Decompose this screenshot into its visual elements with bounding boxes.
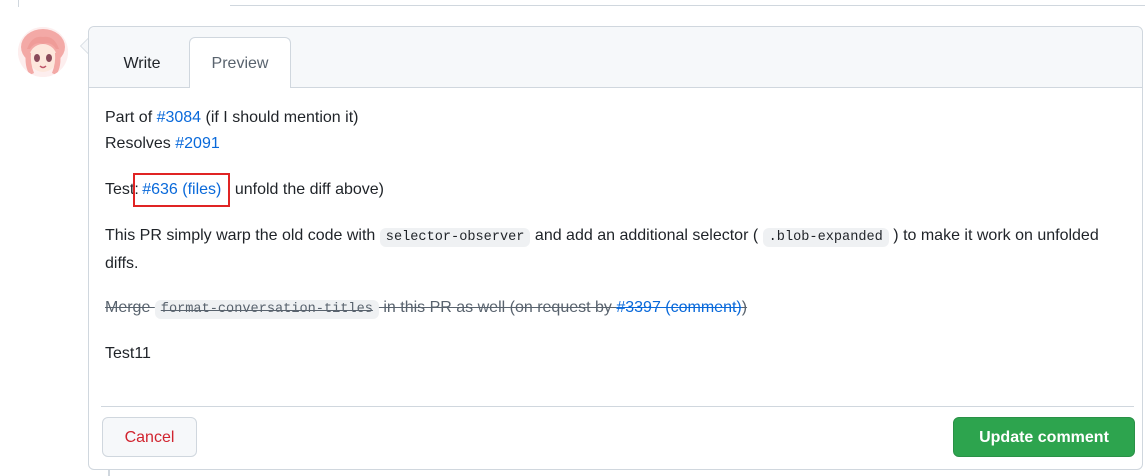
preview-line-resolves: Resolves #2091 [105, 131, 220, 157]
text: unfold the diff above) [230, 181, 384, 198]
inline-code-format-conversation-titles: format-conversation-titles [154, 300, 379, 319]
issue-link-2091[interactable]: #2091 [175, 135, 220, 152]
timeline-connector [108, 470, 110, 476]
preview-line-test: Test: #636 (files) unfold the diff above… [105, 173, 384, 207]
text: Part of [105, 109, 157, 126]
comment-editor: Write Preview Part of #3084 (if I should… [88, 26, 1143, 470]
preview-line-part-of: Part of #3084 (if I should mention it) [105, 105, 358, 131]
issue-link-3084[interactable]: #3084 [157, 109, 202, 126]
inline-code-blob-expanded: .blob-expanded [762, 228, 889, 247]
preview-line-test11: Test11 [105, 345, 151, 362]
pr-link-636-files[interactable]: #636 (files) [142, 181, 221, 198]
timeline-divider [230, 5, 1145, 6]
editor-tabbar: Write Preview [89, 27, 1142, 88]
text: This PR simply warp the old code with [105, 227, 380, 244]
cancel-button[interactable]: Cancel [102, 417, 197, 457]
preview-line-description: This PR simply warp the old code with se… [105, 223, 1125, 277]
tab-write[interactable]: Write [103, 29, 181, 87]
footer-divider [101, 406, 1134, 407]
text: (if I should mention it) [201, 109, 359, 126]
text: Resolves [105, 135, 176, 152]
preview-line-strikethrough: Merge format-conversation-titles in this… [105, 295, 747, 323]
text: ) [741, 299, 748, 316]
avatar-anime-image [18, 27, 68, 77]
user-avatar[interactable] [18, 27, 68, 77]
text: and add an additional selector ( [530, 227, 763, 244]
comment-caret-fill [81, 39, 88, 53]
timeline-tick [18, 0, 19, 7]
update-comment-button[interactable]: Update comment [953, 417, 1135, 457]
comment-link-3397[interactable]: #3397 (comment) [616, 299, 741, 316]
text: in this PR as well (on request by [378, 299, 617, 316]
tab-preview[interactable]: Preview [189, 37, 291, 88]
inline-code-selector-observer: selector-observer [379, 228, 531, 247]
highlight-box: #636 (files) [133, 173, 231, 207]
text: Merge [105, 299, 155, 316]
